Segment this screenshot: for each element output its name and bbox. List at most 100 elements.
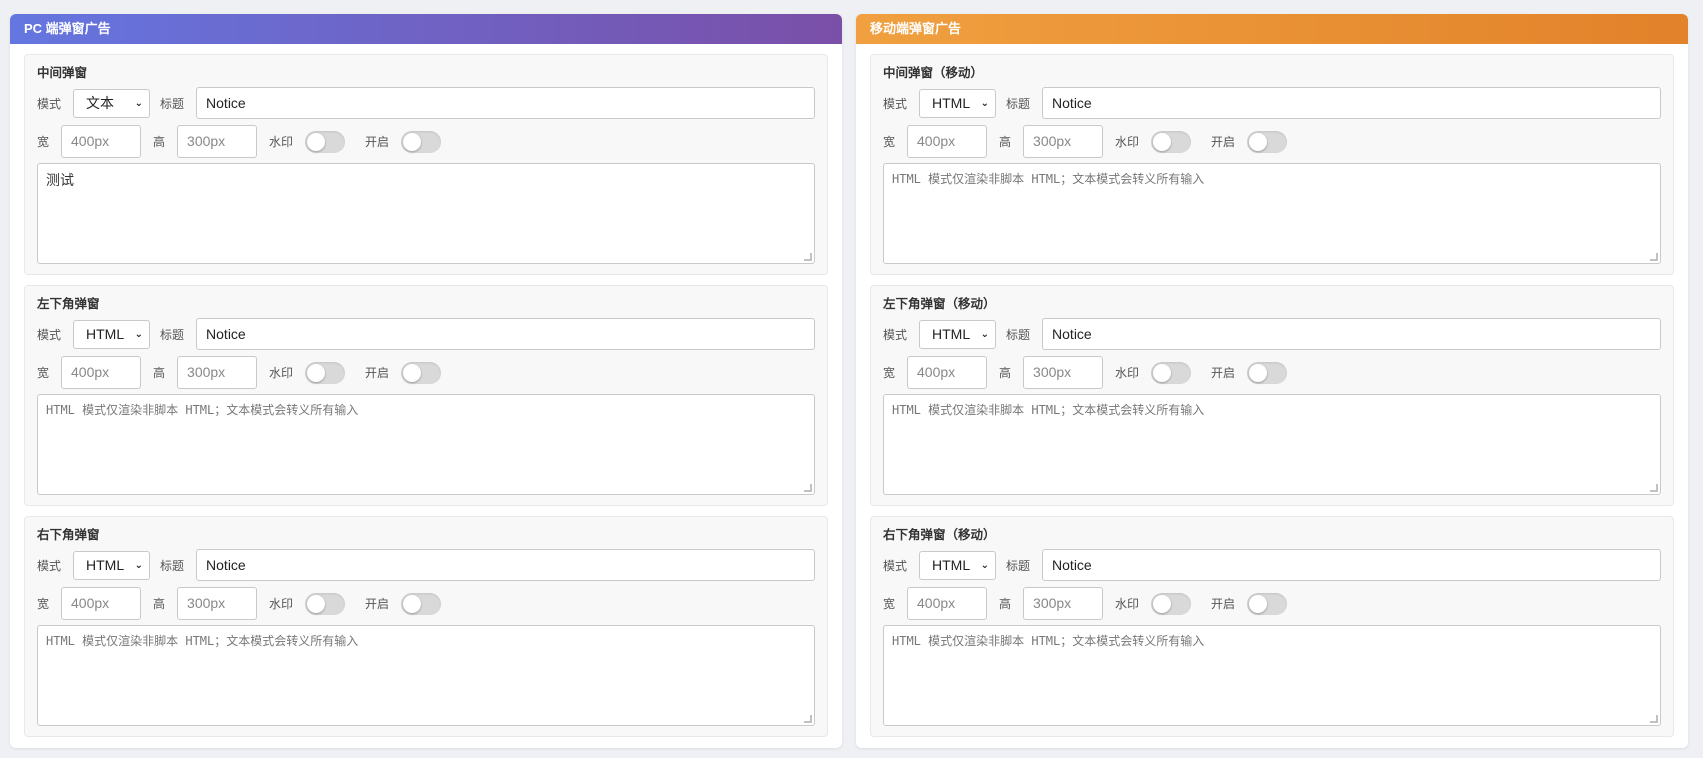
watermark-label: 水印 <box>269 366 294 380</box>
watermark-toggle[interactable] <box>305 361 346 384</box>
title-input[interactable]: Notice <box>196 549 815 581</box>
content-placeholder: HTML 模式仅渲染非脚本 HTML；文本模式会转义所有输入 <box>46 403 359 417</box>
title-label: 标题 <box>160 558 185 573</box>
resize-handle-icon[interactable] <box>804 253 812 261</box>
resize-handle-icon[interactable] <box>1650 715 1658 723</box>
mobile-panel-title: 移动端弹窗广告 <box>856 14 1688 44</box>
height-label: 高 <box>999 597 1012 611</box>
height-input[interactable]: 300px <box>1023 587 1104 620</box>
resize-handle-icon[interactable] <box>1650 484 1658 492</box>
mode-select-value: HTML <box>86 326 125 342</box>
popup-config-center: 中间弹窗 模式 文本 ⌄ 标题 Notice 宽 400px 高 300px 水… <box>24 54 828 275</box>
width-label: 宽 <box>883 597 896 611</box>
enable-label: 开启 <box>365 366 390 380</box>
mode-select[interactable]: HTML ⌄ <box>919 550 997 580</box>
toggle-knob <box>403 594 422 613</box>
toggle-knob <box>403 363 422 382</box>
resize-handle-icon[interactable] <box>804 484 812 492</box>
chevron-down-icon: ⌄ <box>134 559 144 571</box>
enable-toggle[interactable] <box>401 361 442 384</box>
width-input[interactable]: 400px <box>907 356 988 389</box>
watermark-toggle[interactable] <box>305 592 346 615</box>
mode-title-row: 模式 HTML ⌄ 标题 Notice <box>883 87 1661 119</box>
width-label: 宽 <box>37 366 50 380</box>
watermark-label: 水印 <box>1115 597 1140 611</box>
enable-toggle[interactable] <box>1247 592 1288 615</box>
enable-label: 开启 <box>1211 135 1236 149</box>
enable-toggle[interactable] <box>1247 361 1288 384</box>
chevron-down-icon: ⌄ <box>134 328 144 340</box>
height-input[interactable]: 300px <box>1023 125 1104 158</box>
height-input[interactable]: 300px <box>177 587 258 620</box>
block-title: 中间弹窗（移动） <box>883 66 984 80</box>
width-input[interactable]: 400px <box>61 356 142 389</box>
content-textarea[interactable]: HTML 模式仅渲染非脚本 HTML；文本模式会转义所有输入 <box>883 394 1661 495</box>
popup-config-center-mobile: 中间弹窗（移动） 模式 HTML ⌄ 标题 Notice 宽 400px 高 3… <box>870 54 1674 275</box>
mode-select[interactable]: HTML ⌄ <box>73 319 151 349</box>
watermark-toggle[interactable] <box>1151 361 1192 384</box>
mode-label: 模式 <box>883 327 908 342</box>
width-input[interactable]: 400px <box>907 125 988 158</box>
height-label: 高 <box>999 366 1012 380</box>
toggle-knob <box>1249 132 1268 151</box>
resize-handle-icon[interactable] <box>1650 253 1658 261</box>
block-title: 右下角弹窗 <box>37 528 100 542</box>
mode-label: 模式 <box>37 327 62 342</box>
title-input[interactable]: Notice <box>196 318 815 350</box>
popup-config-bottom-right-mobile: 右下角弹窗（移动） 模式 HTML ⌄ 标题 Notice 宽 400px 高 … <box>870 516 1674 737</box>
size-toggle-row: 宽 400px 高 300px 水印 开启 <box>883 125 1661 158</box>
enable-label: 开启 <box>365 135 390 149</box>
width-input[interactable]: 400px <box>61 125 142 158</box>
content-textarea[interactable]: HTML 模式仅渲染非脚本 HTML；文本模式会转义所有输入 <box>883 625 1661 726</box>
enable-toggle[interactable] <box>401 130 442 153</box>
height-input[interactable]: 300px <box>1023 356 1104 389</box>
width-input[interactable]: 400px <box>61 587 142 620</box>
mode-label: 模式 <box>883 96 908 111</box>
toggle-knob <box>307 132 326 151</box>
title-input[interactable]: Notice <box>1042 87 1661 119</box>
mode-select[interactable]: HTML ⌄ <box>73 550 151 580</box>
toggle-knob <box>1153 132 1172 151</box>
mode-select-value: HTML <box>932 557 971 573</box>
watermark-toggle[interactable] <box>305 130 346 153</box>
toggle-knob <box>1153 594 1172 613</box>
mode-label: 模式 <box>883 558 908 573</box>
mode-select[interactable]: HTML ⌄ <box>919 319 997 349</box>
mode-select[interactable]: HTML ⌄ <box>919 88 997 118</box>
enable-toggle[interactable] <box>1247 130 1288 153</box>
size-toggle-row: 宽 400px 高 300px 水印 开启 <box>37 356 815 389</box>
watermark-toggle[interactable] <box>1151 592 1192 615</box>
width-label: 宽 <box>37 135 50 149</box>
enable-toggle[interactable] <box>401 592 442 615</box>
content-placeholder: HTML 模式仅渲染非脚本 HTML；文本模式会转义所有输入 <box>892 634 1205 648</box>
mode-select[interactable]: 文本 ⌄ <box>73 88 151 118</box>
popup-config-bottom-right: 右下角弹窗 模式 HTML ⌄ 标题 Notice 宽 400px 高 300p… <box>24 516 828 737</box>
mobile-popup-panel: 移动端弹窗广告 中间弹窗（移动） 模式 HTML ⌄ 标题 Notice 宽 4… <box>856 14 1688 748</box>
height-input[interactable]: 300px <box>177 356 258 389</box>
block-title: 左下角弹窗（移动） <box>883 297 996 311</box>
height-label: 高 <box>999 135 1012 149</box>
enable-label: 开启 <box>1211 597 1236 611</box>
content-placeholder: HTML 模式仅渲染非脚本 HTML；文本模式会转义所有输入 <box>892 403 1205 417</box>
watermark-label: 水印 <box>1115 366 1140 380</box>
content-textarea[interactable]: HTML 模式仅渲染非脚本 HTML；文本模式会转义所有输入 <box>883 163 1661 264</box>
width-label: 宽 <box>883 366 896 380</box>
height-input[interactable]: 300px <box>177 125 258 158</box>
size-toggle-row: 宽 400px 高 300px 水印 开启 <box>37 587 815 620</box>
width-input[interactable]: 400px <box>907 587 988 620</box>
content-textarea[interactable]: HTML 模式仅渲染非脚本 HTML；文本模式会转义所有输入 <box>37 625 815 726</box>
content-textarea[interactable]: HTML 模式仅渲染非脚本 HTML；文本模式会转义所有输入 <box>37 394 815 495</box>
size-toggle-row: 宽 400px 高 300px 水印 开启 <box>883 587 1661 620</box>
title-input[interactable]: Notice <box>1042 318 1661 350</box>
height-label: 高 <box>153 366 166 380</box>
pc-panel-title: PC 端弹窗广告 <box>10 14 842 44</box>
content-textarea[interactable]: 测试 <box>37 163 815 264</box>
toggle-knob <box>1249 594 1268 613</box>
mode-select-value: HTML <box>932 95 971 111</box>
size-toggle-row: 宽 400px 高 300px 水印 开启 <box>883 356 1661 389</box>
watermark-toggle[interactable] <box>1151 130 1192 153</box>
title-input[interactable]: Notice <box>1042 549 1661 581</box>
mobile-panel-body: 中间弹窗（移动） 模式 HTML ⌄ 标题 Notice 宽 400px 高 3… <box>856 44 1688 737</box>
resize-handle-icon[interactable] <box>804 715 812 723</box>
title-input[interactable]: Notice <box>196 87 815 119</box>
